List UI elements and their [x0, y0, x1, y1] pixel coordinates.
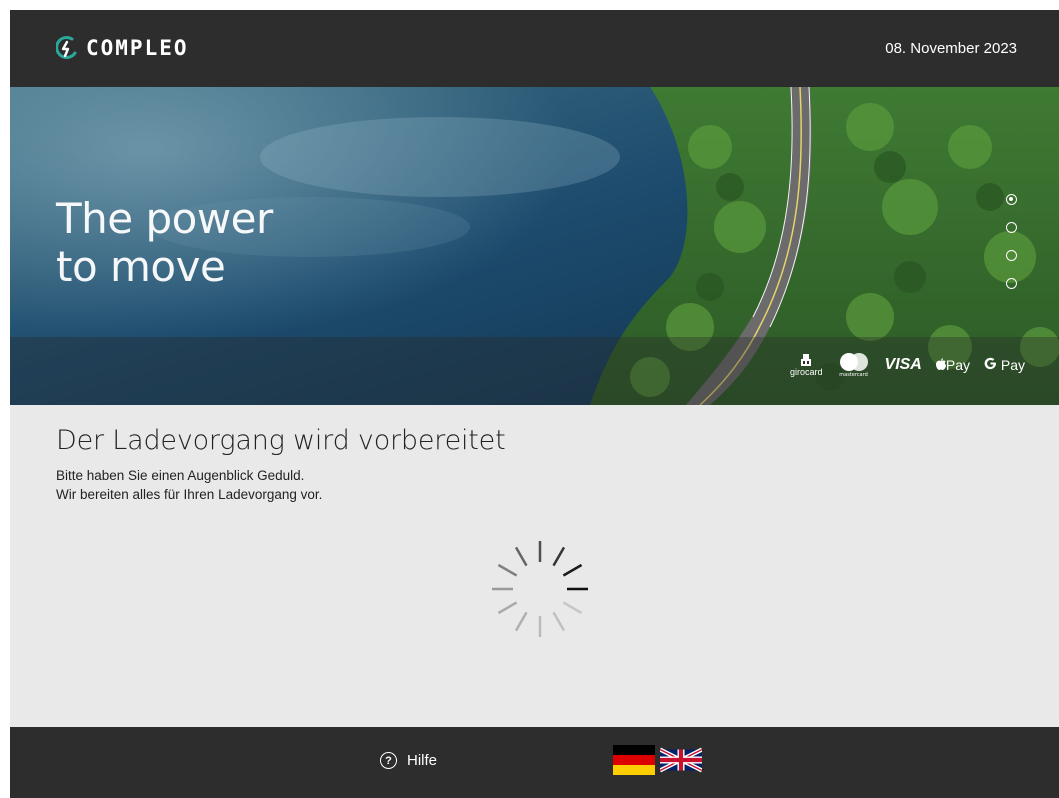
carousel-dot-3[interactable]: [1006, 250, 1017, 261]
loading-spinner-icon: [492, 541, 588, 637]
apple-pay-label: Pay: [945, 357, 970, 373]
logo-text: COMPLEO: [86, 36, 189, 60]
girocard-icon: [801, 354, 812, 366]
apple-pay-logo: Pay: [935, 357, 970, 373]
apple-icon: [935, 358, 946, 370]
visa-logo: VISA: [884, 356, 922, 373]
carousel-dot-1[interactable]: [1006, 194, 1017, 205]
hero-banner: The power to move girocard mastercard VI…: [10, 87, 1059, 405]
logo: COMPLEO: [56, 34, 189, 62]
girocard-label: girocard: [790, 367, 823, 377]
status-title: Der Ladevorgang wird vorbereitet: [56, 425, 506, 456]
uk-flag-icon[interactable]: [660, 745, 702, 775]
google-g-icon: [984, 357, 996, 370]
help-button[interactable]: ? Hilfe: [380, 752, 437, 769]
hero-headline: The power to move: [56, 195, 273, 291]
mastercard-logo: mastercard: [837, 352, 871, 378]
headline-line-1: The power: [56, 194, 273, 243]
german-flag-icon[interactable]: [613, 745, 655, 775]
status-message-1: Bitte haben Sie einen Augenblick Geduld.: [56, 468, 305, 483]
mastercard-label: mastercard: [839, 372, 868, 378]
date-display: 08. November 2023: [885, 40, 1017, 57]
compleo-logo-icon: [56, 35, 77, 59]
google-pay-logo: Pay: [984, 357, 1025, 373]
girocard-logo: girocard: [790, 353, 823, 377]
status-message-2: Wir bereiten alles für Ihren Ladevorgang…: [56, 487, 323, 502]
header-bar: COMPLEO 08. November 2023: [10, 10, 1059, 87]
mastercard-icon: [839, 353, 868, 371]
carousel-dot-2[interactable]: [1006, 222, 1017, 233]
carousel-dot-4[interactable]: [1006, 278, 1017, 289]
headline-line-2: to move: [56, 242, 226, 291]
footer-bar: ? Hilfe: [10, 727, 1059, 798]
google-pay-label: Pay: [1000, 357, 1025, 373]
language-selector: [613, 745, 702, 775]
payment-methods: girocard mastercard VISA Pay Pay: [790, 352, 1025, 378]
kiosk-screen: COMPLEO 08. November 2023 The power to m…: [10, 10, 1059, 798]
carousel-indicators: [1006, 194, 1022, 306]
status-panel: Der Ladevorgang wird vorbereitet Bitte h…: [10, 405, 1059, 727]
help-icon: ?: [380, 752, 397, 769]
help-label: Hilfe: [407, 752, 438, 769]
